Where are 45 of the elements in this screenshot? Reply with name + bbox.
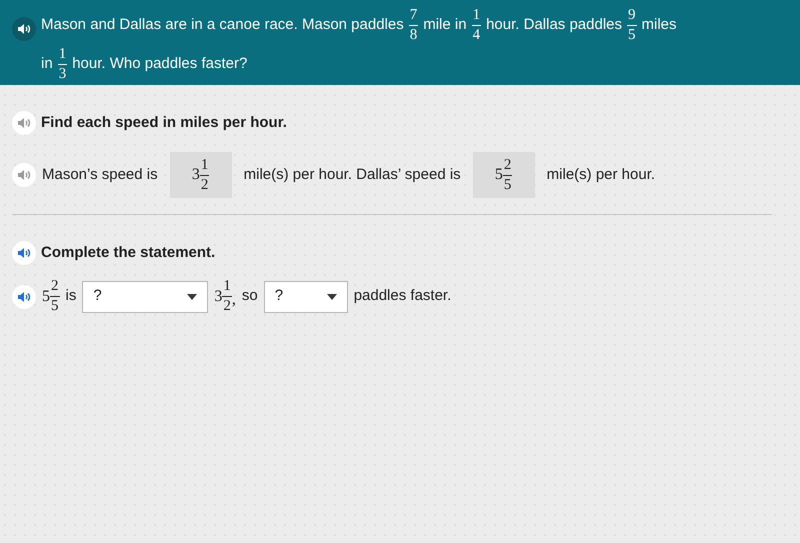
text: Mason and Dallas are in a canoe race. Mason paddles — [41, 15, 404, 36]
text: mile(s) per hour. — [546, 164, 656, 185]
numerator: 2 — [502, 158, 512, 172]
speaker-icon — [18, 24, 30, 34]
denominator: 2 — [222, 299, 232, 314]
audio-button[interactable] — [12, 17, 36, 41]
denominator: 4 — [472, 28, 482, 43]
audio-button[interactable] — [12, 241, 36, 265]
numerator: 1 — [200, 158, 210, 172]
numerator: 1 — [58, 47, 68, 62]
denominator: 5 — [50, 299, 60, 314]
instruction: Find each speed in miles per hour. — [41, 112, 287, 133]
text: mile(s) per hour. Dallas’ speed is — [244, 164, 461, 185]
numerator: 9 — [627, 8, 637, 23]
numerator: 7 — [408, 8, 418, 23]
whole-number: 3 — [214, 286, 222, 306]
denominator: 2 — [200, 178, 210, 192]
whole-number: 5 — [42, 286, 50, 306]
text: in — [41, 54, 53, 74]
comma: , — [232, 290, 236, 310]
speaker-icon — [18, 118, 30, 128]
text: hour. Who paddles faster? — [72, 54, 248, 74]
speaker-icon — [18, 248, 30, 258]
denominator: 3 — [58, 67, 68, 82]
caret-icon — [326, 294, 337, 300]
text: miles — [642, 15, 677, 36]
audio-button[interactable] — [12, 284, 36, 308]
denominator: 5 — [627, 28, 637, 43]
denominator: 8 — [408, 28, 418, 43]
dropdown[interactable]: ? — [82, 280, 208, 312]
text: Mason’s speed is — [42, 164, 158, 185]
speaker-icon — [18, 170, 30, 180]
numerator: 2 — [50, 279, 60, 294]
numerator: 1 — [472, 8, 482, 23]
text: hour. Dallas paddles — [486, 15, 622, 36]
instruction: Complete the statement. — [41, 242, 216, 263]
text: paddles faster. — [354, 286, 452, 306]
text: so — [242, 286, 258, 306]
dropdown[interactable]: ? — [264, 280, 348, 312]
text: is — [66, 286, 76, 306]
denominator: 5 — [502, 178, 512, 192]
speaker-icon — [18, 292, 30, 302]
text: mile in — [423, 15, 467, 36]
caret-icon — [187, 294, 198, 300]
numerator: 1 — [222, 279, 232, 294]
